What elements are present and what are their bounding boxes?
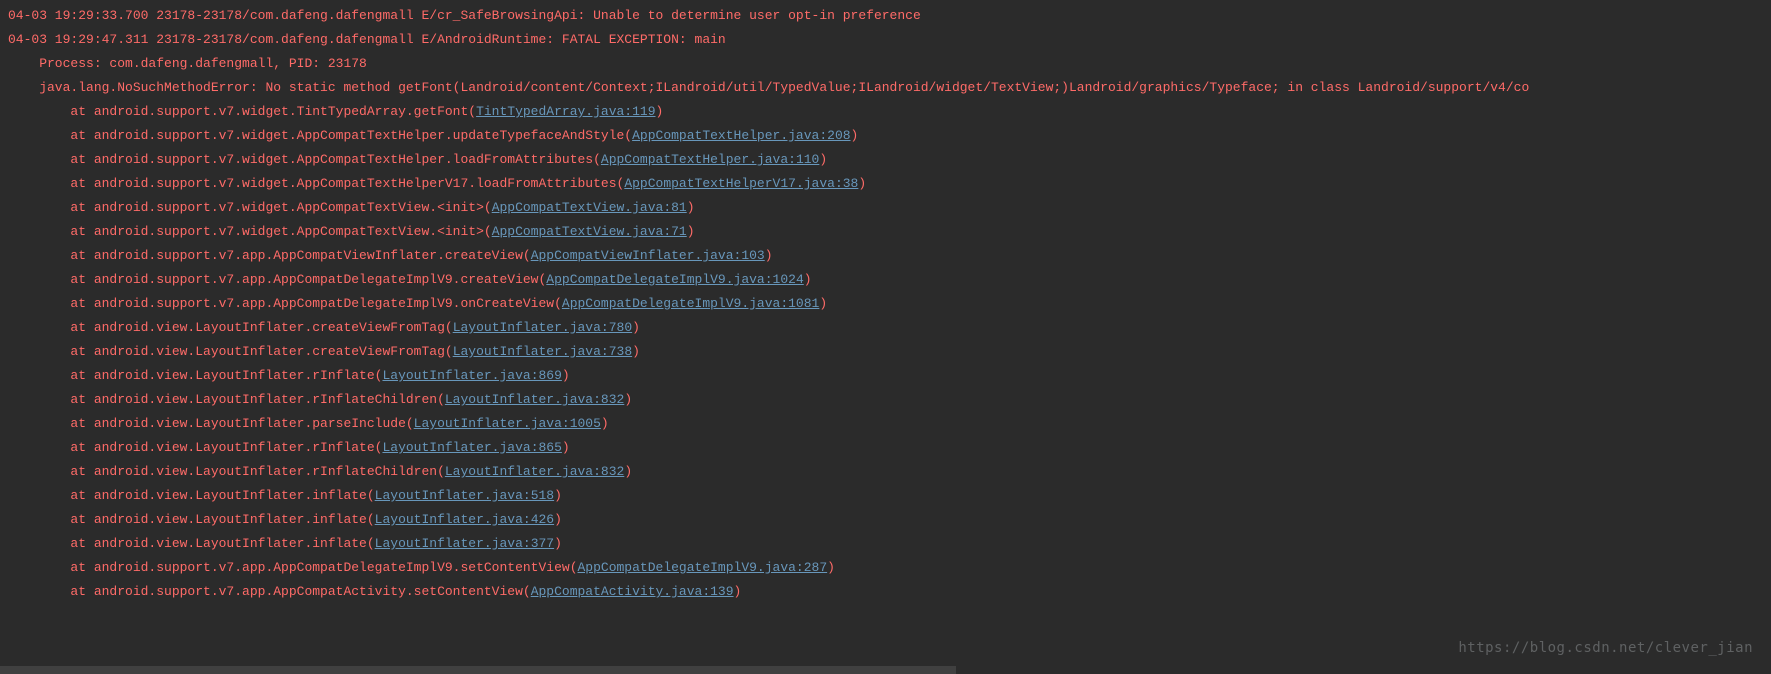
- stack-source-link[interactable]: AppCompatDelegateImplV9.java:287: [578, 560, 828, 575]
- stack-source-link[interactable]: LayoutInflater.java:832: [445, 464, 624, 479]
- stack-source-link[interactable]: LayoutInflater.java:865: [382, 440, 561, 455]
- log-line: Process: com.dafeng.dafengmall, PID: 231…: [8, 52, 1763, 76]
- stack-source-link[interactable]: AppCompatTextView.java:81: [492, 200, 687, 215]
- stack-source-link[interactable]: TintTypedArray.java:119: [476, 104, 655, 119]
- log-line: at android.view.LayoutInflater.rInflate(…: [8, 436, 1763, 460]
- stack-source-link[interactable]: LayoutInflater.java:1005: [414, 416, 601, 431]
- log-line: at android.support.v7.widget.AppCompatTe…: [8, 172, 1763, 196]
- log-line: at android.view.LayoutInflater.rInflate(…: [8, 364, 1763, 388]
- log-line: at android.view.LayoutInflater.inflate(L…: [8, 532, 1763, 556]
- log-line: at android.support.v7.app.AppCompatViewI…: [8, 244, 1763, 268]
- stack-source-link[interactable]: LayoutInflater.java:780: [453, 320, 632, 335]
- stack-source-link[interactable]: AppCompatTextView.java:71: [492, 224, 687, 239]
- watermark-text: https://blog.csdn.net/clever_jian: [1458, 636, 1753, 660]
- log-line: at android.support.v7.widget.AppCompatTe…: [8, 148, 1763, 172]
- log-line: java.lang.NoSuchMethodError: No static m…: [8, 76, 1763, 100]
- stack-source-link[interactable]: LayoutInflater.java:869: [382, 368, 561, 383]
- log-line: at android.support.v7.app.AppCompatDeleg…: [8, 292, 1763, 316]
- stack-source-link[interactable]: LayoutInflater.java:518: [375, 488, 554, 503]
- log-line: at android.support.v7.widget.AppCompatTe…: [8, 124, 1763, 148]
- horizontal-scrollbar[interactable]: [0, 666, 956, 674]
- log-line: at android.support.v7.widget.AppCompatTe…: [8, 196, 1763, 220]
- stack-source-link[interactable]: LayoutInflater.java:426: [375, 512, 554, 527]
- stack-source-link[interactable]: AppCompatTextHelper.java:110: [601, 152, 819, 167]
- stack-source-link[interactable]: AppCompatDelegateImplV9.java:1024: [546, 272, 803, 287]
- log-line: at android.support.v7.widget.AppCompatTe…: [8, 220, 1763, 244]
- log-line: at android.view.LayoutInflater.inflate(L…: [8, 484, 1763, 508]
- log-line: at android.view.LayoutInflater.parseIncl…: [8, 412, 1763, 436]
- stack-source-link[interactable]: AppCompatViewInflater.java:103: [531, 248, 765, 263]
- log-line: at android.view.LayoutInflater.createVie…: [8, 316, 1763, 340]
- log-line: 04-03 19:29:47.311 23178-23178/com.dafen…: [8, 28, 1763, 52]
- stack-source-link[interactable]: AppCompatActivity.java:139: [531, 584, 734, 599]
- log-line: at android.support.v7.app.AppCompatDeleg…: [8, 556, 1763, 580]
- stack-source-link[interactable]: AppCompatTextHelper.java:208: [632, 128, 850, 143]
- log-line: at android.view.LayoutInflater.rInflateC…: [8, 460, 1763, 484]
- stack-source-link[interactable]: AppCompatTextHelperV17.java:38: [624, 176, 858, 191]
- stack-source-link[interactable]: AppCompatDelegateImplV9.java:1081: [562, 296, 819, 311]
- log-line: at android.support.v7.app.AppCompatDeleg…: [8, 268, 1763, 292]
- stack-source-link[interactable]: LayoutInflater.java:377: [375, 536, 554, 551]
- log-line: 04-03 19:29:33.700 23178-23178/com.dafen…: [8, 4, 1763, 28]
- log-line: at android.view.LayoutInflater.createVie…: [8, 340, 1763, 364]
- stack-source-link[interactable]: LayoutInflater.java:738: [453, 344, 632, 359]
- log-line: at android.support.v7.widget.TintTypedAr…: [8, 100, 1763, 124]
- stack-source-link[interactable]: LayoutInflater.java:832: [445, 392, 624, 407]
- log-line: at android.view.LayoutInflater.rInflateC…: [8, 388, 1763, 412]
- log-line: at android.support.v7.app.AppCompatActiv…: [8, 580, 1763, 604]
- log-line: at android.view.LayoutInflater.inflate(L…: [8, 508, 1763, 532]
- logcat-pane[interactable]: 04-03 19:29:33.700 23178-23178/com.dafen…: [0, 0, 1771, 612]
